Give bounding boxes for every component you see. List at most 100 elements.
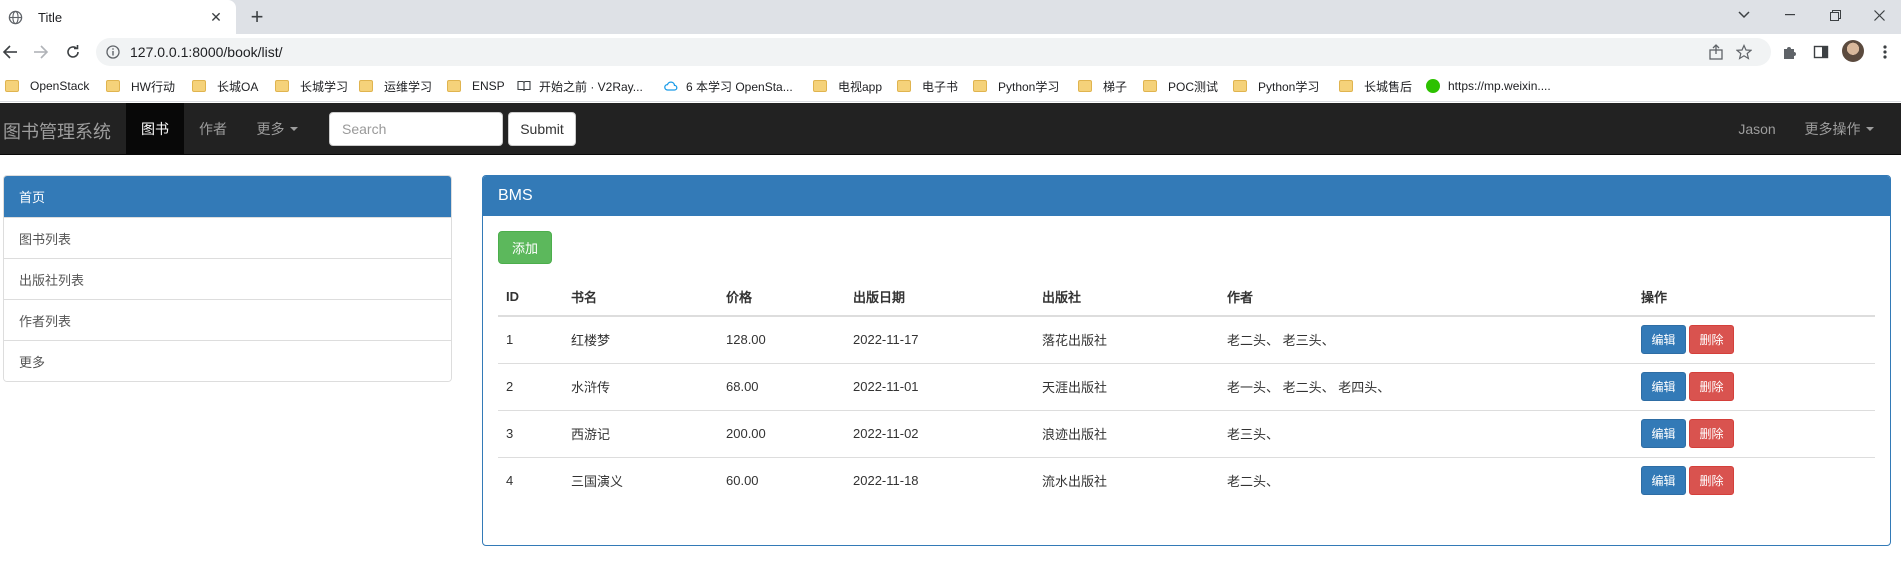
cell-actions: 编辑 删除 <box>1633 456 1875 504</box>
bookmark-item[interactable]: https://mp.weixin.... <box>1426 78 1551 94</box>
book-icon <box>517 80 531 92</box>
new-tab-icon[interactable]: + <box>246 6 268 28</box>
cell-authors: 老二头、 老三头、 <box>1227 333 1335 349</box>
folder-icon <box>813 80 827 92</box>
bookmark-label: 开始之前 · V2Ray... <box>539 79 643 94</box>
share-icon[interactable] <box>1708 44 1724 60</box>
bookmark-item[interactable]: 长城OA <box>192 78 258 94</box>
tab-title: Title <box>38 9 63 25</box>
sidebar-item-author-list[interactable]: 作者列表 <box>4 299 451 340</box>
bookmark-item[interactable]: 电子书 <box>897 78 958 94</box>
folder-icon <box>192 80 206 92</box>
cell-id: 4 <box>498 456 563 504</box>
delete-button[interactable]: 删除 <box>1689 419 1734 448</box>
delete-button[interactable]: 删除 <box>1689 466 1734 496</box>
back-icon[interactable] <box>0 42 20 62</box>
bookmarks-bar: OpenStack HW行动 长城OA 长城学习 运维学习 ENSP 开始之前 … <box>0 70 1901 102</box>
sidebar-list: 首页 图书列表 出版社列表 作者列表 更多 <box>3 175 452 382</box>
extensions-icon[interactable] <box>1779 42 1799 62</box>
menu-kebab-icon[interactable] <box>1875 42 1895 62</box>
cell-price: 128.00 <box>726 332 766 348</box>
bookmark-star-icon[interactable] <box>1736 44 1752 60</box>
sidebar-item-more[interactable]: 更多 <box>4 340 451 381</box>
bookmark-item[interactable]: 运维学习 <box>359 78 432 94</box>
column-header: 书名 <box>563 278 718 317</box>
close-tab-icon[interactable]: ✕ <box>208 9 224 25</box>
restore-icon[interactable] <box>1813 0 1857 30</box>
caret-down-icon <box>1865 126 1874 131</box>
nav-item-books[interactable]: 图书 <box>126 103 184 154</box>
site-info-icon[interactable] <box>106 45 120 59</box>
url-text: 127.0.0.1:8000/book/list/ <box>130 44 283 60</box>
bms-panel: BMS 添加 ID 书名 价格 出版日期 出版社 作者 操作 1 红楼梦 128… <box>482 175 1891 546</box>
reload-icon[interactable] <box>63 42 83 62</box>
edit-button[interactable]: 编辑 <box>1641 325 1686 355</box>
cell-name: 西游记 <box>563 409 718 457</box>
globe-icon <box>8 10 23 24</box>
cell-authors: 老三头、 <box>1219 409 1633 457</box>
bookmark-label: 电子书 <box>922 79 959 94</box>
column-header: 价格 <box>718 278 845 317</box>
bookmark-item[interactable]: Python学习 <box>973 78 1059 94</box>
edit-button[interactable]: 编辑 <box>1641 372 1686 401</box>
bookmark-item[interactable]: 电视app <box>813 78 882 94</box>
folder-icon <box>973 80 987 92</box>
sidebar-item-home[interactable]: 首页 <box>4 176 451 217</box>
cell-date: 2022-11-17 <box>853 332 919 348</box>
folder-icon <box>359 80 373 92</box>
folder-icon <box>1233 80 1247 92</box>
bookmark-item[interactable]: 6 本学习 OpenSta... <box>664 78 793 94</box>
column-header: 出版社 <box>1034 278 1219 317</box>
nav-item-label: 图书 <box>141 120 169 137</box>
table-row: 4 三国演义 60.00 2022-11-18 流水出版社 老二头、 编辑 删除 <box>498 456 1875 504</box>
bookmark-item[interactable]: Python学习 <box>1233 78 1319 94</box>
minimize-icon[interactable] <box>1768 0 1812 30</box>
delete-button[interactable]: 删除 <box>1689 372 1734 401</box>
browser-tab[interactable]: Title ✕ <box>0 0 236 34</box>
nav-item-label: 作者 <box>199 120 227 137</box>
bookmark-item[interactable]: OpenStack <box>5 78 89 94</box>
nav-dropdown-more-ops[interactable]: 更多操作 <box>1794 103 1884 154</box>
address-bar[interactable]: 127.0.0.1:8000/book/list/ <box>96 38 1771 66</box>
folder-icon <box>447 80 461 92</box>
edit-button[interactable]: 编辑 <box>1641 466 1686 496</box>
bookmark-item[interactable]: 长城学习 <box>275 78 348 94</box>
add-book-button[interactable]: 添加 <box>498 231 552 264</box>
bookmark-item[interactable]: 长城售后 <box>1339 78 1412 94</box>
book-table: ID 书名 价格 出版日期 出版社 作者 操作 1 红楼梦 128.00 202… <box>498 278 1875 504</box>
delete-button[interactable]: 删除 <box>1689 325 1734 355</box>
bookmark-item[interactable]: ENSP <box>447 78 505 94</box>
bookmark-item[interactable]: 开始之前 · V2Ray... <box>517 78 643 94</box>
submit-button[interactable]: Submit <box>508 112 576 146</box>
navbar-brand[interactable]: 图书管理系统 <box>3 118 111 144</box>
folder-icon <box>897 80 911 92</box>
bookmark-label: ENSP <box>472 79 505 93</box>
profile-avatar[interactable] <box>1842 40 1864 62</box>
bookmark-label: 运维学习 <box>384 79 433 94</box>
panel-title: BMS <box>483 176 1890 216</box>
table-row: 3 西游记 200.00 2022-11-02 浪迹出版社 老三头、 编辑 删除 <box>498 409 1875 457</box>
cell-id: 3 <box>498 409 563 457</box>
bookmark-item[interactable]: HW行动 <box>106 78 175 94</box>
side-panel-icon[interactable] <box>1811 42 1831 62</box>
bookmark-item[interactable]: POC测试 <box>1143 78 1218 94</box>
folder-icon <box>1078 80 1092 92</box>
bookmark-item[interactable]: 梯子 <box>1078 78 1127 94</box>
sidebar-item-book-list[interactable]: 图书列表 <box>4 217 451 258</box>
nav-dropdown-more[interactable]: 更多 <box>242 103 312 154</box>
close-window-icon[interactable] <box>1857 0 1901 30</box>
search-input[interactable] <box>329 112 503 146</box>
edit-button[interactable]: 编辑 <box>1641 419 1686 448</box>
cell-actions: 编辑 删除 <box>1633 362 1875 410</box>
bookmark-label: 梯子 <box>1103 79 1128 94</box>
bookmark-label: https://mp.weixin.... <box>1448 79 1551 93</box>
sidebar-item-publisher-list[interactable]: 出版社列表 <box>4 258 451 299</box>
caret-down-icon <box>289 126 298 131</box>
tab-search-icon[interactable] <box>1722 0 1766 30</box>
forward-icon[interactable] <box>31 42 51 62</box>
cell-publisher: 浪迹出版社 <box>1034 409 1219 457</box>
nav-user-link[interactable]: Jason <box>1727 103 1787 154</box>
nav-item-authors[interactable]: 作者 <box>184 103 242 154</box>
bookmark-label: POC测试 <box>1168 79 1219 94</box>
column-header: 作者 <box>1219 278 1633 317</box>
